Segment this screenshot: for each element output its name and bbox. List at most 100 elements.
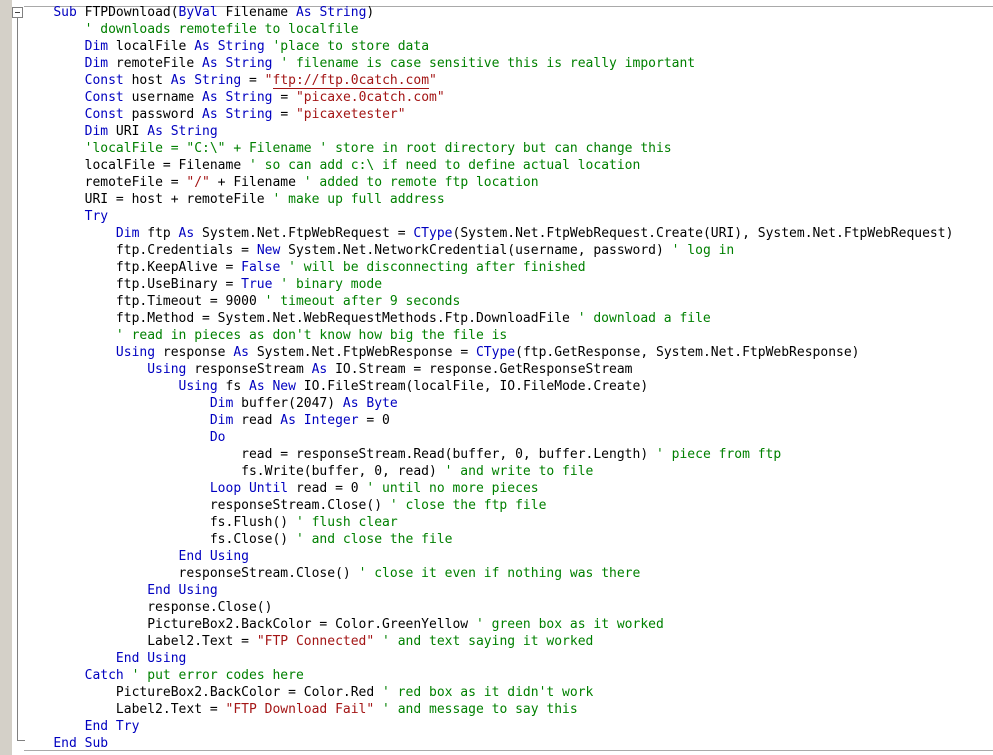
code-line[interactable]: Dim remoteFile As String ' filename is c… [22,55,993,72]
code-token-id: fs.Flush() [209,515,296,530]
code-token-kw: As [295,5,312,20]
code-line[interactable]: Dim buffer(2047) As Byte [22,395,993,412]
code-token-id: read = 0 [288,481,367,496]
code-line[interactable]: responseStream.Close() ' close the ftp f… [22,497,993,514]
code-token-id [210,39,218,54]
code-token-kw: String [319,5,367,20]
code-token-id: (System.Net.FtpWebRequest.Create(URI), S… [452,226,954,241]
code-token-id: username [123,90,203,105]
code-line[interactable]: Try [22,208,993,225]
code-line[interactable]: Using responseStream As IO.Stream = resp… [22,361,993,378]
code-line[interactable]: PictureBox2.BackColor = Color.GreenYello… [22,616,993,633]
code-token-str: "FTP Connected" [256,634,375,649]
code-token-kw: Integer [303,413,359,428]
code-line[interactable]: fs.Flush() ' flush clear [22,514,993,531]
code-line[interactable]: Loop Until read = 0 ' until no more piec… [22,480,993,497]
code-line[interactable]: Catch ' put error codes here [22,667,993,684]
code-token-kw: Dim [84,39,109,54]
code-line[interactable]: ftp.Credentials = New System.Net.Network… [22,242,993,259]
code-line[interactable]: Do [22,429,993,446]
code-token-id: IO.FileStream(localFile, IO.FileMode.Cre… [295,379,649,394]
code-token-str: "FTP Download Fail" [225,702,375,717]
code-token-kw: Sub [53,5,77,20]
code-line[interactable]: Const password As String = "picaxetester… [22,106,993,123]
code-token-id: read = responseStream.Read(buffer, 0, bu… [241,447,656,462]
code-line[interactable]: End Using [22,650,993,667]
code-token-id: responseStream.Close() [178,566,359,581]
code-editor-window: Sub FTPDownload(ByVal Filename As String… [0,0,993,755]
code-line[interactable]: ftp.KeepAlive = False ' will be disconne… [22,259,993,276]
code-token-cmt: ' and write to file [444,464,594,479]
code-line[interactable]: Label2.Text = "FTP Download Fail" ' and … [22,701,993,718]
code-token-id: URI = host + remoteFile [84,192,273,207]
code-token-kw: Dim [115,226,140,241]
code-line[interactable]: Label2.Text = "FTP Connected" ' and text… [22,633,993,650]
code-token-id: System.Net.NetworkCredential(username, p… [280,243,672,258]
code-line[interactable]: 'localFile = "C:\" + Filename ' store in… [22,140,993,157]
code-token-id [218,90,226,105]
code-token-str: " [429,73,437,88]
code-line[interactable]: Sub FTPDownload(ByVal Filename As String… [22,4,993,21]
code-line[interactable]: ' downloads remotefile to localfile [22,21,993,38]
code-line[interactable]: ftp.UseBinary = True ' binary mode [22,276,993,293]
code-line[interactable]: ' read in pieces as don't know how big t… [22,327,993,344]
code-token-kw: As [202,56,218,71]
code-line[interactable]: End Using [22,582,993,599]
code-token-id: remoteFile = [84,175,187,190]
code-token-cmt: ' will be disconnecting after finished [288,260,586,275]
code-token-id: password [123,107,203,122]
code-line[interactable]: Using fs As New IO.FileStream(localFile,… [22,378,993,395]
code-line[interactable]: URI = host + remoteFile ' make up full a… [22,191,993,208]
code-token-kw: New [272,379,296,394]
code-token-id: localFile [108,39,195,54]
code-line[interactable]: Dim localFile As String 'place to store … [22,38,993,55]
code-token-kw: Dim [209,413,234,428]
code-line[interactable]: Const username As String = "picaxe.0catc… [22,89,993,106]
code-token-cmt: ' download a file [577,311,711,326]
code-token-id [218,107,226,122]
code-line[interactable]: End Try [22,718,993,735]
code-token-id: System.Net.FtpWebRequest = [194,226,414,241]
code-token-id [296,413,304,428]
code-token-kw: CType [475,345,516,360]
code-line[interactable]: PictureBox2.BackColor = Color.Red ' red … [22,684,993,701]
code-token-id [374,634,382,649]
code-line[interactable]: End Sub [22,735,993,750]
code-token-id [374,702,382,717]
code-token-id: = [241,73,265,88]
code-line[interactable]: Dim read As Integer = 0 [22,412,993,429]
code-line[interactable]: Using response As System.Net.FtpWebRespo… [22,344,993,361]
code-line[interactable]: Dim URI As String [22,123,993,140]
code-token-cmt: ' added to remote ftp location [303,175,539,190]
bottom-divider-rule [24,750,993,751]
code-line[interactable]: fs.Close() ' and close the file [22,531,993,548]
code-token-cmt: ' binary mode [280,277,383,292]
code-text-area[interactable]: Sub FTPDownload(ByVal Filename As String… [22,4,993,750]
code-line[interactable]: End Using [22,548,993,565]
code-line[interactable]: remoteFile = "/" + Filename ' added to r… [22,174,993,191]
code-line[interactable]: ftp.Timeout = 9000 ' timeout after 9 sec… [22,293,993,310]
code-line[interactable]: ftp.Method = System.Net.WebRequestMethod… [22,310,993,327]
code-token-id: FTPDownload( [76,5,179,20]
code-line[interactable]: fs.Write(buffer, 0, read) ' and write to… [22,463,993,480]
code-line[interactable]: responseStream.Close() ' close it even i… [22,565,993,582]
code-line[interactable]: response.Close() [22,599,993,616]
code-line[interactable]: Dim ftp As System.Net.FtpWebRequest = CT… [22,225,993,242]
code-line[interactable]: Const host As String = "ftp://ftp.0catch… [22,72,993,89]
code-token-kw: As [178,226,195,241]
code-line[interactable]: localFile = Filename ' so can add c:\ if… [22,157,993,174]
code-line[interactable]: read = responseStream.Read(buffer, 0, bu… [22,446,993,463]
code-token-cmt: ' piece from ftp [655,447,782,462]
